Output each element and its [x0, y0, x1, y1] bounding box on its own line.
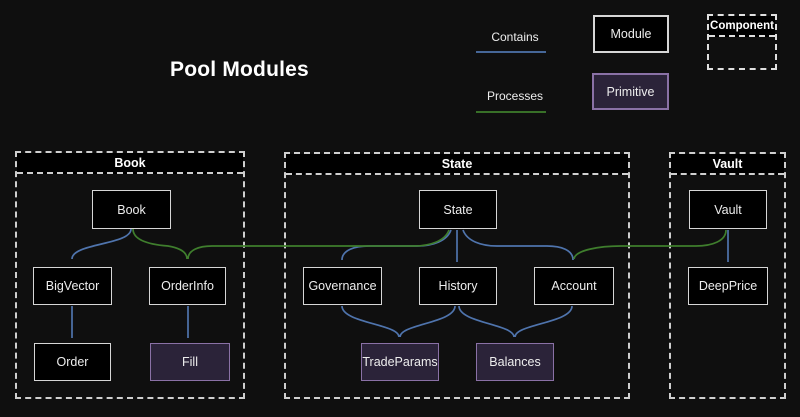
node-balances-label: Balances [489, 355, 540, 369]
legend-component-box: Component [707, 14, 777, 70]
edge-state-orderinfo [188, 230, 449, 259]
node-balances: Balances [476, 343, 554, 381]
node-fill-label: Fill [182, 355, 198, 369]
node-bigvector: BigVector [33, 267, 112, 305]
node-order-label: Order [57, 355, 89, 369]
node-account-label: Account [551, 279, 596, 293]
edge-history-balances [459, 306, 514, 337]
node-state: State [419, 190, 497, 229]
edge-history-tradeparams [400, 306, 455, 337]
node-history-label: History [439, 279, 478, 293]
node-orderinfo-label: OrderInfo [161, 279, 214, 293]
node-account: Account [534, 267, 614, 305]
edge-book-orderinfo [133, 229, 187, 259]
node-governance: Governance [303, 267, 382, 305]
edge-state-governance [342, 230, 451, 260]
legend-primitive-box: Primitive [592, 73, 669, 110]
legend-module-label: Module [611, 27, 652, 41]
pool-modules-diagram: Pool Modules Contains Processes Module P… [0, 0, 800, 417]
legend-primitive-label: Primitive [607, 85, 655, 99]
node-vault-label: Vault [714, 203, 742, 217]
edge-governance-tradeparams [342, 306, 399, 337]
node-bigvector-label: BigVector [46, 279, 100, 293]
node-book: Book [92, 190, 171, 229]
edge-vault-account [574, 230, 726, 259]
node-book-label: Book [117, 203, 146, 217]
node-deepprice-label: DeepPrice [699, 279, 757, 293]
node-tradeparams-label: TradeParams [362, 355, 437, 369]
node-vault: Vault [689, 190, 767, 229]
legend-component-label: Component [709, 16, 775, 37]
legend-module-box: Module [593, 15, 669, 53]
node-history: History [419, 267, 497, 305]
edge-book-bigvector [72, 229, 131, 259]
node-orderinfo: OrderInfo [149, 267, 226, 305]
node-governance-label: Governance [308, 279, 376, 293]
edge-state-account [463, 230, 573, 260]
edge-account-balances [515, 306, 572, 337]
node-order: Order [34, 343, 111, 381]
node-state-label: State [443, 203, 472, 217]
node-deepprice: DeepPrice [688, 267, 768, 305]
node-fill: Fill [150, 343, 230, 381]
node-tradeparams: TradeParams [361, 343, 439, 381]
